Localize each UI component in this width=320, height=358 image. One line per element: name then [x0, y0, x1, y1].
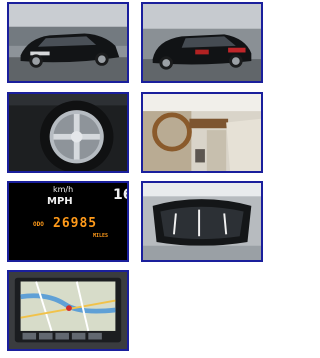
thumbnail-instrument-cluster[interactable]: km/h MPH 16 ODO 26985 MILES	[7, 181, 129, 262]
thumbnail-interior[interactable]	[141, 92, 263, 173]
car-rear-photo	[143, 4, 261, 81]
odometer-prefix: ODO	[33, 221, 44, 228]
sunroof-photo	[143, 183, 261, 260]
gauge-corner-value: 16	[113, 187, 127, 203]
navigation-screen-photo	[9, 272, 127, 349]
thumbnail-sunroof[interactable]	[141, 181, 263, 262]
speed-unit-top: km/h	[53, 185, 74, 194]
odometer-unit: MILES	[93, 233, 109, 239]
interior-photo	[143, 94, 261, 171]
thumbnail-front-exterior[interactable]	[7, 2, 129, 83]
thumbnail-rear-exterior[interactable]	[141, 2, 263, 83]
thumbnail-wheel[interactable]	[7, 92, 129, 173]
car-front-photo	[9, 4, 127, 81]
speed-unit-main: MPH	[47, 196, 73, 207]
odometer-value: 26985	[53, 216, 98, 231]
thumbnail-navigation[interactable]	[7, 270, 129, 351]
wheel-photo	[9, 94, 127, 171]
